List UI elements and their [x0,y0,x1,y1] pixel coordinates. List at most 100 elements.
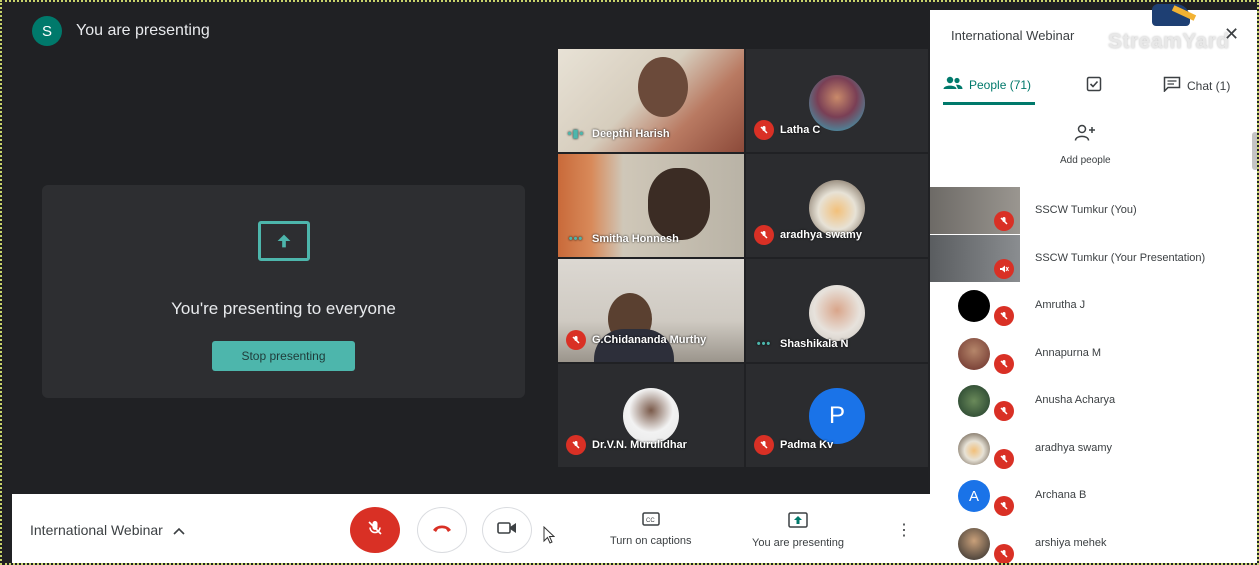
participant-avatar [958,290,990,322]
mic-off-icon [994,448,1014,469]
mic-off-icon [566,435,586,455]
tile-label: •▮• Deepthi Harish [566,127,670,141]
people-icon [943,76,963,93]
add-people-button[interactable]: Add people [1060,124,1111,166]
mic-off-icon [994,353,1014,374]
participant-avatar: A [958,480,990,512]
close-panel-button[interactable]: ✕ [1224,24,1239,45]
video-tile[interactable]: ••• Shashikala N [746,259,928,362]
speaking-indicator-icon: ••• [756,338,772,350]
meeting-details-button[interactable]: International Webinar [30,522,185,538]
presenter-avatar: S [32,16,62,46]
participant-avatar [958,385,990,417]
video-tile[interactable]: P Padma Kv [746,364,928,467]
list-item[interactable]: A Archana B [930,472,1252,520]
tab-activities[interactable] [1086,76,1102,95]
video-tile[interactable]: ••• Smitha Honnesh [558,154,744,257]
captions-label: Turn on captions [610,535,692,547]
mic-off-icon [994,543,1014,563]
active-tab-indicator [943,102,1035,105]
list-item[interactable]: aradhya swamy [930,425,1252,473]
list-item[interactable]: SSCW Tumkur (You) [930,187,1252,235]
presentation-card: You're presenting to everyone Stop prese… [42,185,525,398]
meeting-title: International Webinar [30,522,163,538]
present-now-button[interactable]: You are presenting [752,512,844,549]
participant-name: Latha C [780,124,821,136]
closed-captions-icon: CC [642,512,660,529]
mic-off-icon [754,120,774,140]
video-camera-icon [497,521,517,540]
close-icon: ✕ [1224,24,1240,44]
tab-people[interactable]: People (71) [943,76,1031,93]
list-item[interactable]: Amrutha J [930,282,1252,330]
list-item[interactable]: arshiya mehek [930,520,1252,563]
tile-label: G.Chidananda Murthy [566,330,706,350]
tile-label: ••• Smitha Honnesh [566,233,679,245]
video-tile[interactable]: Latha C [746,49,928,152]
participant-name: G.Chidananda Murthy [592,334,707,346]
video-tile[interactable]: Dr.V.N. Murulidhar [558,364,744,467]
mic-off-icon [994,496,1014,516]
mic-off-icon [754,225,774,245]
meet-window: S You are presenting You're presenting t… [0,0,1259,565]
tile-label: Padma Kv [754,435,833,455]
chat-icon [1163,76,1181,95]
add-people-label: Add people [1060,155,1111,166]
captions-button[interactable]: CC Turn on captions [610,512,692,547]
participant-name: Anusha Acharya [1035,394,1116,406]
control-bar: International Webinar CC Turn on caption… [12,494,930,563]
leave-call-button[interactable] [417,507,467,553]
participant-name: arshiya mehek [1035,536,1107,549]
stop-presenting-button[interactable]: Stop presenting [212,341,355,371]
panel-scrollbar[interactable] [1252,132,1257,170]
participant-avatar [809,285,865,341]
mic-off-icon [566,330,586,350]
participant-name: Amrutha J [1035,299,1086,311]
tile-label: Dr.V.N. Murulidhar [566,435,687,455]
tile-label: aradhya swamy [754,225,862,245]
microphone-toggle-button[interactable] [350,507,400,553]
side-panel: International Webinar StreamYard ✕ Peopl… [930,4,1257,563]
mic-off-icon [754,435,774,455]
participant-name: Annapurna M [1035,346,1102,359]
participant-name: Archana B [1035,489,1087,501]
mic-off-icon [994,211,1014,231]
participant-name: Shashikala N [780,338,849,350]
participant-avatar [958,527,990,560]
panel-title: International Webinar [951,28,1075,43]
camera-toggle-button[interactable] [482,507,532,553]
list-item[interactable]: Anusha Acharya [930,377,1252,425]
mic-off-icon [994,401,1014,421]
speaking-indicator-icon: ••• [568,233,584,245]
mic-off-icon [994,306,1014,326]
list-item[interactable]: SSCW Tumkur (Your Presentation) [930,234,1252,283]
participant-name: aradhya swamy [1035,441,1113,454]
tab-chat-label: Chat (1) [1187,78,1231,93]
tab-chat[interactable]: Chat (1) [1163,76,1230,95]
speaking-indicator-icon: •▮• [567,128,585,140]
participant-name: Dr.V.N. Murulidhar [592,439,687,451]
list-item[interactable]: Annapurna M [930,330,1252,378]
participant-name: Smitha Honnesh [592,233,679,245]
tile-label: Latha C [754,120,820,140]
add-person-icon [1074,124,1096,145]
tile-label: ••• Shashikala N [754,338,849,350]
presenting-label: You are presenting [76,22,210,39]
volume-off-icon [994,258,1014,279]
hang-up-icon [431,521,453,539]
participant-name: Padma Kv [780,439,834,451]
participant-name: SSCW Tumkur (You) [1035,204,1137,216]
people-list: SSCW Tumkur (You) SSCW Tumkur (Your Pres… [930,187,1252,563]
video-tile[interactable]: G.Chidananda Murthy [558,259,744,362]
presenting-message: You're presenting to everyone [171,299,396,318]
more-options-button[interactable]: ⋮ [896,520,912,540]
present-screen-icon [788,512,808,531]
present-label: You are presenting [752,537,844,549]
video-tile[interactable]: aradhya swamy [746,154,928,257]
streamyard-watermark: StreamYard [1108,30,1230,53]
streamyard-cap-icon [1152,4,1197,26]
video-tile[interactable]: •▮• Deepthi Harish [558,49,744,152]
present-screen-icon [257,221,310,261]
tab-people-label: People (71) [969,77,1032,92]
mouse-cursor-icon [543,525,556,549]
